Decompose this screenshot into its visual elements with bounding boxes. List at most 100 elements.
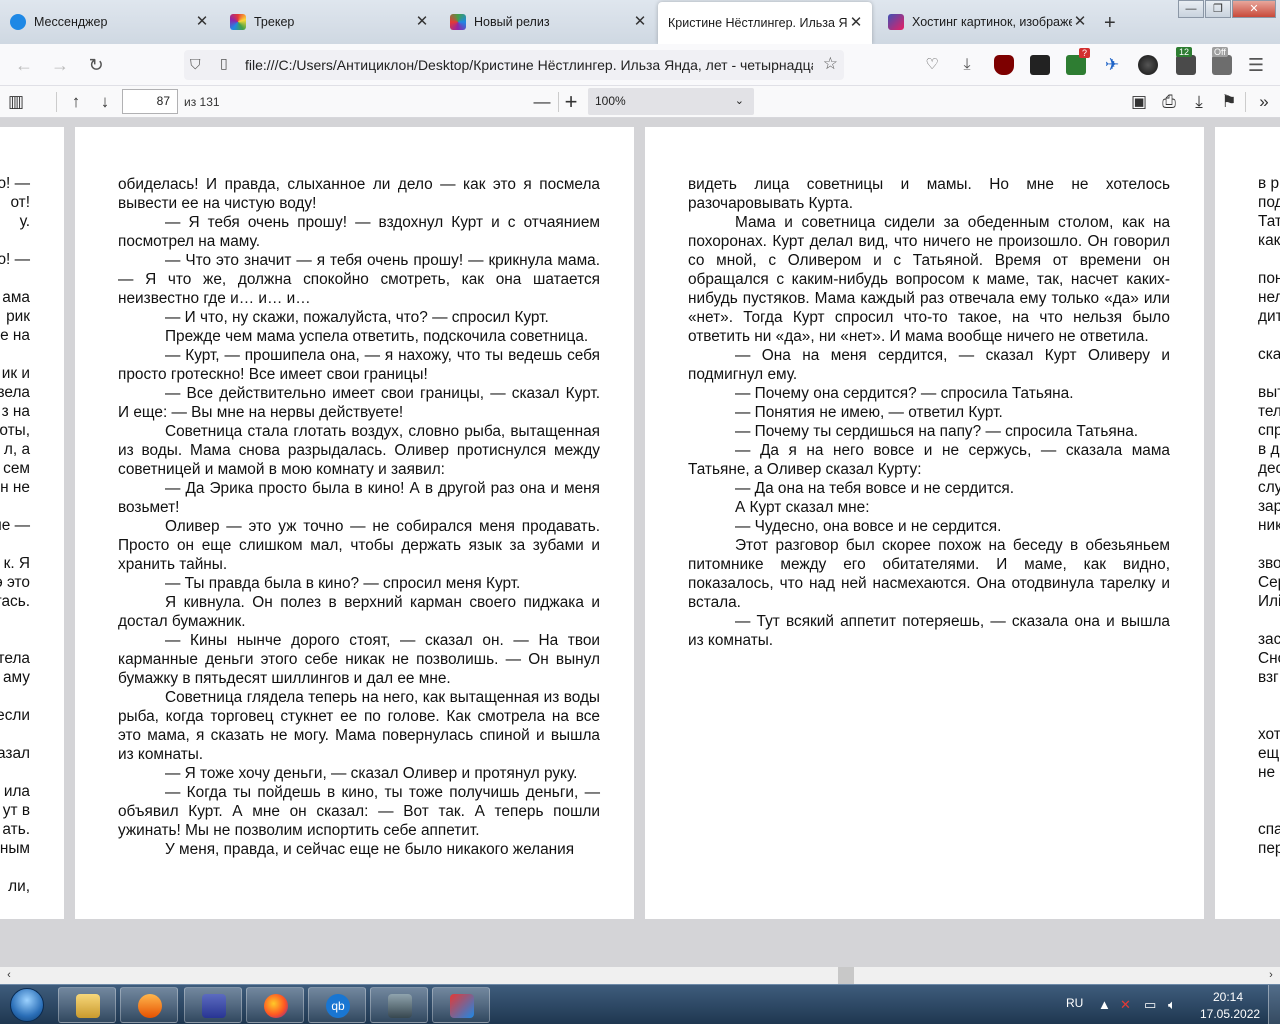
- paragraph: А Курт сказал мне:: [735, 499, 870, 516]
- tracker-icon: [230, 14, 246, 30]
- maximize-button[interactable]: ❐: [1205, 0, 1231, 18]
- text-line: о! —: [0, 251, 30, 268]
- taskbar-app[interactable]: [432, 987, 490, 1023]
- paragraph: — Курт, — прошипела она, — я нахожу, что…: [118, 347, 600, 383]
- extension-blue-icon[interactable]: ✈: [1102, 55, 1122, 75]
- download-icon[interactable]: ⤓: [957, 55, 977, 75]
- start-button[interactable]: [2, 985, 52, 1025]
- firefox-icon: [264, 994, 288, 1018]
- page-right-text: видеть лица советницы и мамы. Но мне не …: [688, 175, 1170, 650]
- tools-icon[interactable]: »: [1252, 90, 1276, 114]
- text-line: е на: [0, 327, 30, 344]
- text-line: дит: [1258, 308, 1280, 325]
- zoom-value: 100%: [595, 94, 626, 108]
- show-desktop-button[interactable]: [1268, 985, 1280, 1025]
- presentation-mode-icon[interactable]: ▣: [1127, 90, 1151, 114]
- extension-counter-icon[interactable]: 12: [1176, 47, 1196, 75]
- text-line: слу: [1258, 479, 1280, 496]
- clock-date[interactable]: 17.05.2022: [1200, 1007, 1260, 1021]
- app-icon: [450, 994, 474, 1018]
- text-line: ник: [1258, 517, 1280, 534]
- new-tab-button[interactable]: +: [1104, 12, 1116, 35]
- text-line: от!: [10, 194, 30, 211]
- text-line: сем: [3, 460, 30, 477]
- extension-globe-icon[interactable]: [1138, 55, 1158, 75]
- text-line: н не: [0, 479, 30, 496]
- taskbar-firefox[interactable]: [246, 987, 304, 1023]
- back-icon[interactable]: ←: [12, 53, 36, 77]
- extension-dark-icon[interactable]: [1030, 55, 1050, 75]
- url-bar[interactable]: ⛉ ▯ file:///C:/Users/Антициклон/Desktop/…: [184, 50, 844, 80]
- extension-green-icon[interactable]: ?: [1066, 48, 1090, 75]
- paragraph: — Тут всякий аппетит потеряешь, — сказал…: [688, 613, 1170, 649]
- pdf-viewer[interactable]: о! — от! у. о! — ама рик е на ик и зела з на оты, л…: [0, 118, 1280, 968]
- taskbar-qbittorrent[interactable]: qb: [308, 987, 366, 1023]
- network-warning-icon[interactable]: ✕: [1120, 997, 1131, 1013]
- scroll-right-icon[interactable]: ›: [1264, 967, 1278, 984]
- pocket-icon[interactable]: ♡: [922, 55, 942, 75]
- tab-strip: Мессенджер ✕ Трекер ✕ Новый релиз ✕ Крис…: [0, 0, 1280, 44]
- page-total-label: из 131: [184, 95, 220, 109]
- zoom-in-icon[interactable]: +: [559, 90, 583, 114]
- pdf-page-next: в р под Тат как пон нел дит ска выт тел спр в д дес с…: [1215, 127, 1280, 919]
- bookmark-icon[interactable]: ⚑: [1217, 90, 1241, 114]
- extension-badge: ?: [1078, 48, 1090, 58]
- zoom-out-icon[interactable]: —: [530, 90, 554, 114]
- paragraph: — Да она на тебя вовсе и не сердится.: [735, 480, 1015, 497]
- extension-toggle-icon[interactable]: Off: [1212, 47, 1232, 75]
- volume-icon[interactable]: 🔈︎: [1168, 997, 1176, 1013]
- tab-messenger[interactable]: Мессенджер ✕: [0, 0, 218, 44]
- tray-expand-icon[interactable]: ▲: [1098, 997, 1111, 1012]
- text-line: ик и: [1, 365, 30, 382]
- url-text[interactable]: file:///C:/Users/Антициклон/Desktop/Крис…: [245, 57, 813, 73]
- taskbar-media-player[interactable]: [120, 987, 178, 1023]
- paragraph: — Понятия не имею, — ответил Курт.: [735, 404, 1003, 421]
- taskbar-floppy[interactable]: [184, 987, 242, 1023]
- save-icon[interactable]: ⤓: [1187, 90, 1211, 114]
- tab-image-hosting[interactable]: Хостинг картинок, изображе ✕: [878, 0, 1096, 44]
- taskbar-explorer[interactable]: [58, 987, 116, 1023]
- zoom-select[interactable]: 100% ⌄: [588, 88, 754, 115]
- divider: [1245, 92, 1246, 112]
- bookmark-star-icon[interactable]: ☆: [823, 54, 838, 74]
- folder-icon: [76, 994, 100, 1018]
- close-tab-icon[interactable]: ✕: [414, 14, 430, 30]
- forward-icon[interactable]: →: [48, 53, 72, 77]
- taskbar: qb RU ▲ ✕ ▭ 🔈︎ 20:14 17.05.2022: [0, 984, 1280, 1025]
- text-line: если: [0, 707, 30, 724]
- menu-icon[interactable]: ☰: [1244, 53, 1268, 77]
- text-line: зела: [0, 384, 30, 401]
- language-indicator[interactable]: RU: [1066, 996, 1083, 1010]
- paragraph: — Когда ты пойдешь в кино, ты тоже получ…: [118, 784, 600, 839]
- close-window-button[interactable]: ✕: [1232, 0, 1276, 18]
- text-line: не —: [0, 517, 30, 534]
- horizontal-scrollbar[interactable]: ‹ ›: [0, 967, 1280, 984]
- close-tab-icon[interactable]: ✕: [848, 15, 864, 31]
- paragraph: Советница стала глотать воздух, словно р…: [118, 423, 600, 478]
- paragraph: Оливер — это уж точно — не собирался мен…: [118, 518, 600, 573]
- previous-page-icon[interactable]: ↑: [64, 90, 88, 114]
- close-tab-icon[interactable]: ✕: [194, 14, 210, 30]
- next-page-icon[interactable]: ↓: [93, 90, 117, 114]
- text-line: оты,: [0, 422, 30, 439]
- text-line: ным: [0, 840, 30, 857]
- paragraph: — Она на меня сердится, — сказал Курт Ол…: [688, 347, 1170, 383]
- scrollbar-thumb[interactable]: [838, 967, 854, 984]
- ublock-icon[interactable]: [994, 55, 1014, 75]
- sidebar-toggle-icon[interactable]: ▥: [4, 90, 28, 114]
- text-line: Сер: [1258, 574, 1280, 591]
- tab-pdf-active[interactable]: Кристине Нёстлингер. Ильза Янда ✕: [658, 2, 872, 44]
- minimize-button[interactable]: —: [1178, 0, 1204, 18]
- close-tab-icon[interactable]: ✕: [1072, 14, 1088, 30]
- display-icon[interactable]: ▭: [1144, 997, 1156, 1013]
- clock-time[interactable]: 20:14: [1213, 990, 1243, 1004]
- print-icon[interactable]: ⎙: [1157, 90, 1181, 114]
- scroll-left-icon[interactable]: ‹: [2, 967, 16, 984]
- close-tab-icon[interactable]: ✕: [632, 14, 648, 30]
- tab-new-release[interactable]: Новый релиз ✕: [440, 0, 656, 44]
- tab-tracker[interactable]: Трекер ✕: [220, 0, 438, 44]
- shield-icon[interactable]: ⛉: [190, 56, 201, 73]
- taskbar-monitor[interactable]: [370, 987, 428, 1023]
- reload-icon[interactable]: ↻: [84, 53, 108, 77]
- page-number-input[interactable]: 87: [122, 89, 178, 114]
